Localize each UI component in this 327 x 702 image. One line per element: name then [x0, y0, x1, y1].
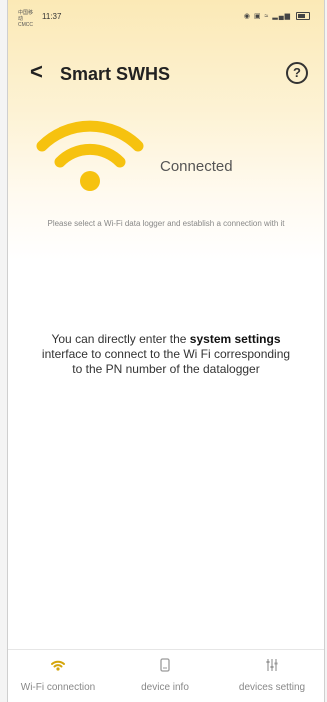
- location-icon: ◉: [243, 13, 251, 20]
- battery-icon: [296, 12, 310, 21]
- info-text-part: You can directly enter the: [51, 332, 190, 346]
- status-bar: 中国移动 CMCC 11:37 ◉ ▣ ≈ ▂▄▆: [8, 10, 324, 28]
- carrier-label: 中国移动 CMCC: [18, 10, 34, 28]
- info-text: You can directly enter the system settin…: [38, 332, 294, 377]
- wifi-large-icon: [36, 118, 144, 194]
- page-title: Smart SWHS: [60, 64, 171, 84]
- connection-hint: Please select a Wi-Fi data logger and es…: [47, 219, 285, 228]
- app-screen: 中国移动 CMCC 11:37 ◉ ▣ ≈ ▂▄▆ < Smart SWHS ?…: [7, 0, 325, 702]
- tab-label: device info: [141, 682, 189, 693]
- bottom-nav: Wi-Fi connection device info devices set…: [8, 649, 324, 702]
- tab-label: Wi-Fi connection: [20, 682, 96, 693]
- top-nav: < Smart SWHS ?: [8, 58, 324, 92]
- back-icon[interactable]: <: [30, 61, 43, 83]
- signal-icon: ▂▄▆: [272, 13, 292, 20]
- help-icon[interactable]: ?: [286, 62, 308, 84]
- device-icon: [115, 656, 215, 674]
- notification-icon: ▣: [253, 13, 262, 20]
- connection-status: Connected: [160, 158, 233, 175]
- clock: 11:37: [42, 12, 62, 21]
- tab-devices-setting[interactable]: devices setting: [222, 656, 322, 693]
- info-text-part: interface to connect to the Wi Fi corres…: [41, 347, 291, 376]
- tab-wifi-connection[interactable]: Wi-Fi connection: [8, 656, 108, 693]
- info-text-bold: system settings: [189, 332, 281, 346]
- tab-device-info[interactable]: device info: [115, 656, 215, 693]
- sliders-icon: [222, 656, 322, 674]
- wifi-status-icon: ≈: [264, 13, 270, 20]
- status-icons: ◉ ▣ ≈ ▂▄▆: [243, 12, 310, 21]
- tab-label: devices setting: [238, 682, 306, 693]
- wifi-icon: [8, 656, 108, 674]
